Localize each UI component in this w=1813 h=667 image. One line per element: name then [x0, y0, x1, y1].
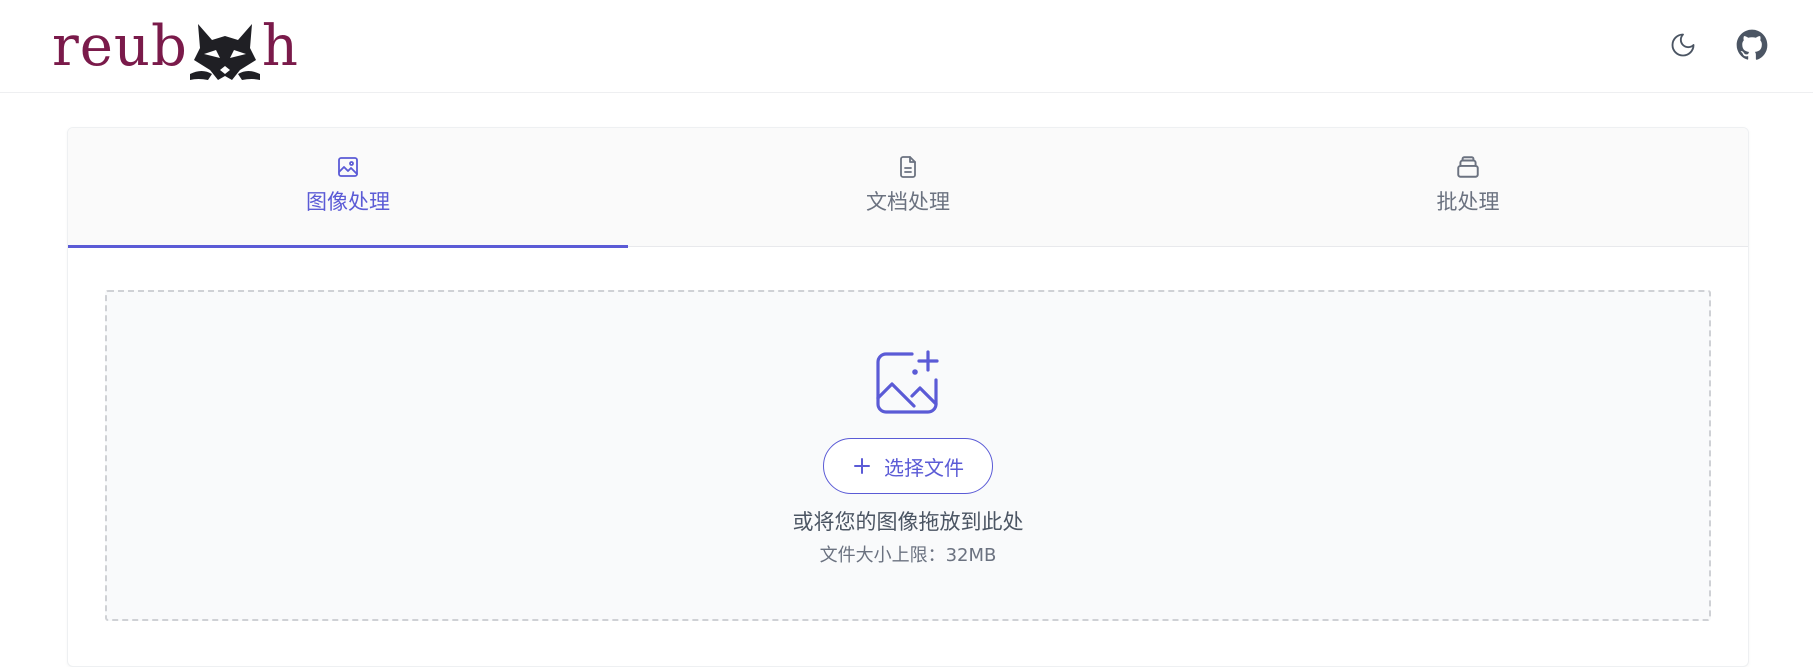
logo-text-left: reub [52, 14, 188, 79]
select-file-button[interactable]: 选择文件 [823, 438, 993, 494]
tab-document-processing[interactable]: 文档处理 [628, 128, 1188, 247]
github-icon [1736, 29, 1768, 60]
tab-batch-processing[interactable]: 批处理 [1188, 128, 1748, 247]
moon-icon [1671, 33, 1695, 57]
tab-label: 文档处理 [866, 190, 950, 214]
tab-label: 批处理 [1436, 190, 1500, 214]
github-link[interactable] [1734, 27, 1770, 63]
drop-hint-text: 或将您的图像拖放到此处 [792, 510, 1024, 534]
tab-bar: 图像处理 文档处理 批处理 [68, 128, 1748, 248]
file-size-limit-text: 文件大小上限：32MB [819, 545, 997, 566]
stack-icon [1455, 154, 1481, 180]
plus-icon [854, 458, 870, 474]
logo-text-right: h [261, 14, 299, 79]
processing-card: 图像处理 文档处理 批处理 选择文件 或将您的图像拖放到此处 文件大小上限：32… [67, 127, 1749, 667]
document-icon [895, 154, 921, 180]
image-plus-icon [876, 350, 939, 414]
tab-image-processing[interactable]: 图像处理 [68, 128, 628, 248]
theme-toggle-button[interactable] [1665, 27, 1701, 63]
tab-label: 图像处理 [306, 190, 390, 214]
logo[interactable]: reub h [52, 12, 299, 80]
image-icon [335, 154, 361, 180]
select-file-label: 选择文件 [884, 455, 964, 480]
fox-logo-icon [189, 24, 260, 80]
file-dropzone[interactable]: 选择文件 或将您的图像拖放到此处 文件大小上限：32MB [105, 290, 1711, 621]
app-header: reub h [0, 0, 1813, 93]
